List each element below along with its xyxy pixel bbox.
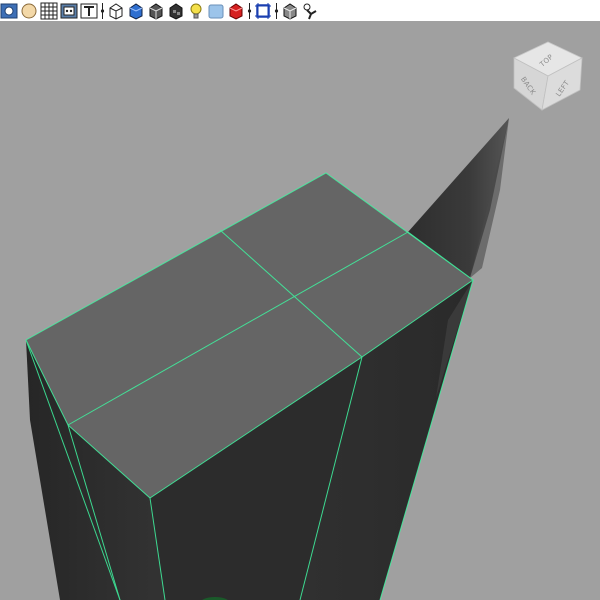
- grid-button[interactable]: [40, 2, 58, 20]
- use-all-lights-icon: [187, 2, 205, 20]
- resolution-gate-icon: [80, 2, 98, 20]
- isolate-select-icon: [254, 2, 272, 20]
- resolution-gate-button[interactable]: [80, 2, 98, 20]
- camera-attributes-button[interactable]: [20, 2, 38, 20]
- panel-toolbar: [0, 0, 600, 21]
- grid-icon: [40, 2, 58, 20]
- textured-button[interactable]: [167, 2, 185, 20]
- select-camera-icon: [0, 2, 18, 20]
- xray-active-components-button[interactable]: [301, 2, 319, 20]
- toolbar-separator: [100, 2, 105, 20]
- xray-button[interactable]: [207, 2, 225, 20]
- wireframe-on-shaded-button[interactable]: [147, 2, 165, 20]
- wireframe-on-shaded-icon: [147, 2, 165, 20]
- camera-attributes-icon: [20, 2, 38, 20]
- xray-icon: [207, 2, 225, 20]
- use-all-lights-button[interactable]: [187, 2, 205, 20]
- isolate-select-button[interactable]: [254, 2, 272, 20]
- view-cube[interactable]: TOP BACK LEFT: [508, 36, 588, 116]
- toolbar-separator: [247, 2, 252, 20]
- film-gate-icon: [60, 2, 78, 20]
- wireframe-icon: [107, 2, 125, 20]
- select-camera-button[interactable]: [0, 2, 18, 20]
- shadows-icon: [227, 2, 245, 20]
- smooth-shade-icon: [127, 2, 145, 20]
- shadows-button[interactable]: [227, 2, 245, 20]
- wireframe-button[interactable]: [107, 2, 125, 20]
- perspective-viewport[interactable]: TOP BACK LEFT: [0, 0, 600, 600]
- smooth-shade-button[interactable]: [127, 2, 145, 20]
- textured-icon: [167, 2, 185, 20]
- xray-joints-icon: [281, 2, 299, 20]
- toolbar-separator: [274, 2, 279, 20]
- xray-active-components-icon: [301, 2, 319, 20]
- film-gate-button[interactable]: [60, 2, 78, 20]
- xray-joints-button[interactable]: [281, 2, 299, 20]
